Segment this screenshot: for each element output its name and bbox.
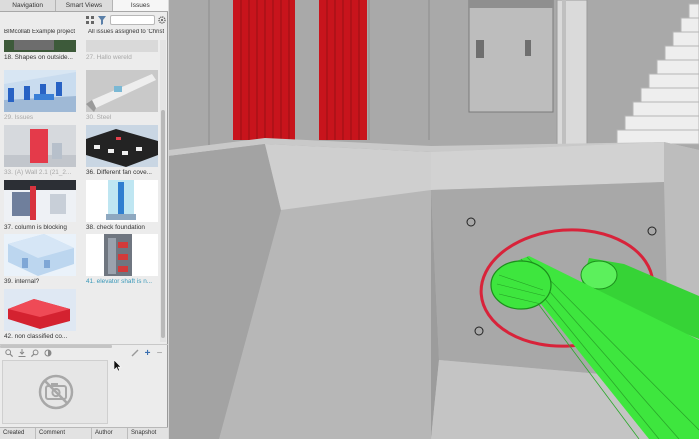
issue-label: 18. Shapes on outside...: [4, 54, 73, 61]
column-comment[interactable]: Comment: [36, 428, 92, 439]
issue-label: 30. Steel: [86, 114, 112, 121]
issue-thumbnail: [4, 70, 76, 112]
column-snapshot[interactable]: Snapshot: [128, 428, 168, 439]
issue-label: 41. elevator shaft is n...: [86, 278, 153, 285]
3d-scene: [169, 0, 699, 439]
issue-label: 42. non classified co...: [4, 333, 68, 340]
issue-thumbnail: [86, 180, 158, 222]
issue-label: 36. Different fan cove...: [86, 169, 152, 176]
add-issue-icon[interactable]: +: [143, 349, 152, 359]
issue-thumbnail: [86, 40, 158, 52]
search-input[interactable]: [110, 15, 155, 25]
issue-thumbnail: [4, 180, 76, 222]
tab-issues[interactable]: Issues: [112, 0, 168, 11]
column-created[interactable]: Created: [0, 428, 36, 439]
search-issue-icon[interactable]: [30, 349, 39, 358]
issue-thumbnail: [4, 234, 76, 276]
mouse-cursor-icon: [114, 360, 122, 372]
edit-issue-icon[interactable]: [130, 349, 139, 358]
issue-label: 33. (A) Wall 2.1 (21_2...: [4, 169, 72, 176]
issue-actions-bar: + −: [0, 344, 168, 359]
settings-gear-icon[interactable]: [158, 16, 166, 24]
no-snapshot-camera-icon: [38, 374, 74, 410]
tab-smart-views[interactable]: Smart Views: [56, 0, 113, 11]
panel-tabs: Navigation Smart Views Issues: [0, 0, 168, 12]
issue-label: 37. column is blocking: [4, 224, 67, 231]
grid-view-icon[interactable]: [86, 16, 94, 24]
snapshot-area: [2, 360, 108, 424]
issue-toolbar: [0, 13, 168, 27]
issue-thumbnail: [86, 125, 158, 167]
issue-thumbnail-grid: 18. Shapes on outside... 27. Hallo werel…: [4, 40, 158, 340]
issue-label: 27. Hallo wereld: [86, 54, 132, 61]
issue-label: 39. internal?: [4, 278, 40, 285]
zoom-icon[interactable]: [4, 349, 13, 358]
issue-thumbnail: [4, 40, 76, 52]
issue-filter-selector[interactable]: All issues assigned to 'Christi...: [88, 29, 164, 35]
horizontal-scrollbar[interactable]: [0, 345, 112, 348]
scrollbar-thumb[interactable]: [161, 110, 165, 338]
issue-thumbnail: [4, 125, 76, 167]
issue-list-scrollbar[interactable]: [160, 40, 166, 342]
download-icon[interactable]: [17, 349, 26, 358]
tab-navigation[interactable]: Navigation: [0, 0, 57, 11]
3d-model-viewport[interactable]: [169, 0, 699, 439]
issue-thumbnail: [86, 70, 158, 112]
column-author[interactable]: Author: [92, 428, 128, 439]
project-selector[interactable]: BIMcollab Example project: [4, 29, 82, 35]
issue-thumbnail: [4, 289, 76, 331]
sync-icon[interactable]: [43, 349, 52, 358]
project-filter-row: BIMcollab Example project All issues ass…: [0, 29, 168, 39]
remove-issue-icon[interactable]: −: [155, 349, 164, 359]
filter-icon[interactable]: [98, 16, 106, 25]
issues-panel: Navigation Smart Views Issues BIMcollab …: [0, 0, 168, 439]
issue-thumbnail: [86, 234, 158, 276]
issue-label: 38. check foundation: [86, 224, 145, 231]
comment-table-header: Created Comment Author Snapshot: [0, 427, 168, 439]
issue-label: 29. Issues: [4, 114, 34, 121]
